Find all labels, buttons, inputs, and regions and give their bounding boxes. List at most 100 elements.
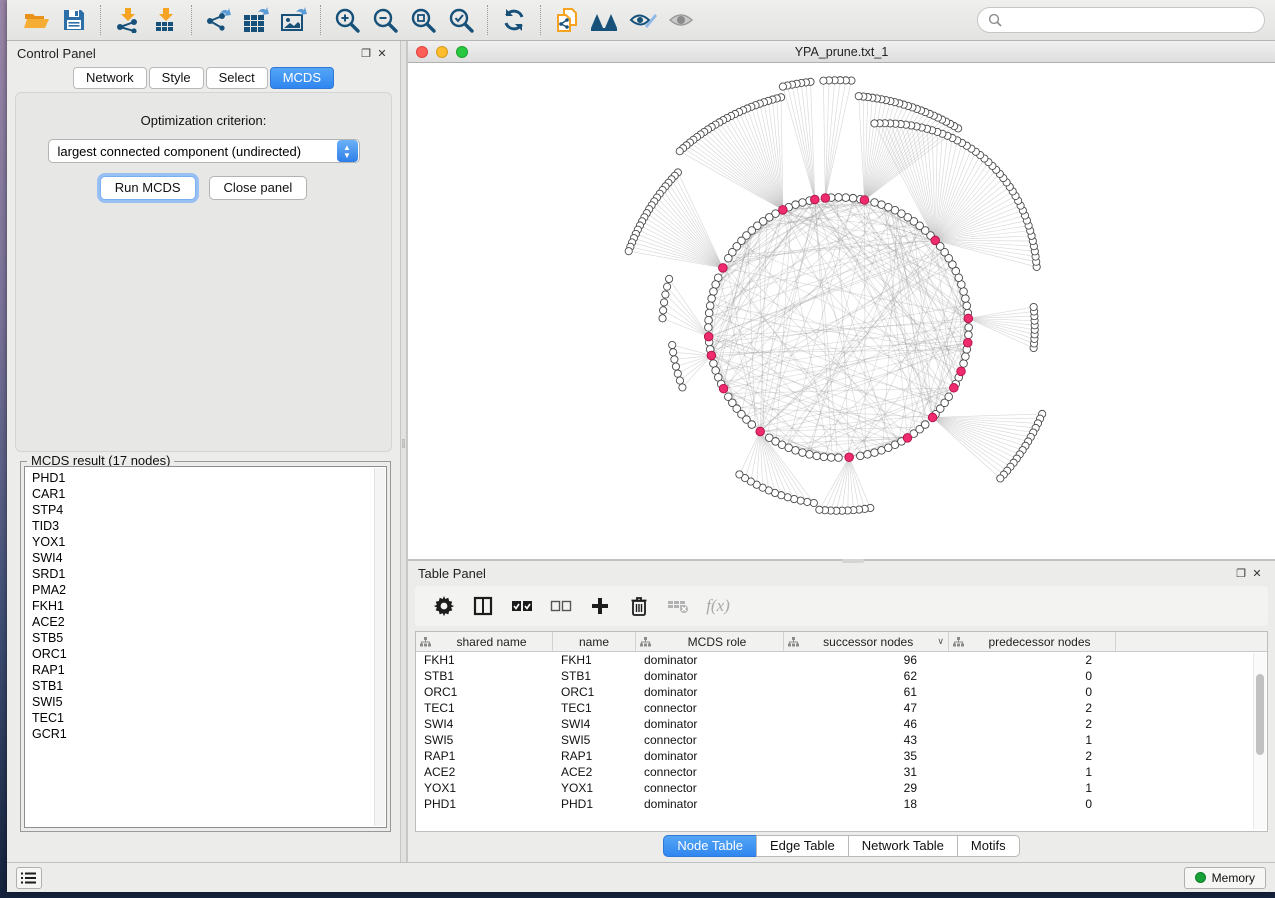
network-node[interactable] <box>670 349 677 356</box>
cell-role[interactable]: dominator <box>636 653 784 667</box>
result-node-item[interactable]: STB5 <box>32 630 386 646</box>
network-node[interactable] <box>856 452 864 460</box>
cell-shared_name[interactable]: FKH1 <box>416 653 553 667</box>
network-node[interactable] <box>835 454 843 462</box>
network-node[interactable] <box>965 324 973 332</box>
network-node[interactable] <box>827 454 835 462</box>
result-node-item[interactable]: TEC1 <box>32 710 386 726</box>
cell-name[interactable]: SWI5 <box>553 733 636 747</box>
cell-predecessors[interactable]: 0 <box>949 669 1116 683</box>
dominator-node[interactable] <box>963 338 972 347</box>
dominator-node[interactable] <box>719 384 728 393</box>
cell-shared_name[interactable]: RAP1 <box>416 749 553 763</box>
export-network-button[interactable] <box>199 3 237 37</box>
cell-role[interactable]: connector <box>636 781 784 795</box>
cell-role[interactable]: dominator <box>636 669 784 683</box>
tab-edge-table[interactable]: Edge Table <box>756 835 848 857</box>
cell-successors[interactable]: 29 <box>784 781 949 795</box>
cell-name[interactable]: TEC1 <box>553 701 636 715</box>
result-node-item[interactable]: PMA2 <box>32 582 386 598</box>
cell-role[interactable]: connector <box>636 765 784 779</box>
cell-shared_name[interactable]: SWI4 <box>416 717 553 731</box>
result-list-scrollbar[interactable] <box>374 468 385 826</box>
result-node-item[interactable]: SRD1 <box>32 566 386 582</box>
cell-name[interactable]: STB1 <box>553 669 636 683</box>
network-node[interactable] <box>710 288 718 296</box>
tab-node-table[interactable]: Node Table <box>663 835 756 857</box>
result-node-item[interactable]: ORC1 <box>32 646 386 662</box>
tab-mcds[interactable]: MCDS <box>270 67 334 89</box>
mcds-result-list[interactable]: PHD1CAR1STP4TID3YOX1SWI4SRD1PMA2FKH1ACE2… <box>24 466 387 828</box>
search-box[interactable] <box>977 7 1265 33</box>
dominator-node[interactable] <box>845 453 854 462</box>
cell-role[interactable]: dominator <box>636 749 784 763</box>
cell-name[interactable]: SWI4 <box>553 717 636 731</box>
select-all-button[interactable] <box>507 591 537 621</box>
cell-name[interactable]: ORC1 <box>553 685 636 699</box>
network-node[interactable] <box>820 453 828 461</box>
function-builder-button[interactable]: f(x) <box>702 591 732 621</box>
table-row[interactable]: SWI4SWI4dominator462 <box>416 716 1267 732</box>
result-node-item[interactable]: STB1 <box>32 678 386 694</box>
cell-name[interactable]: ACE2 <box>553 765 636 779</box>
cell-predecessors[interactable]: 1 <box>949 765 1116 779</box>
tab-style[interactable]: Style <box>149 67 204 89</box>
cell-successors[interactable]: 35 <box>784 749 949 763</box>
network-node[interactable] <box>663 283 670 290</box>
network-node[interactable] <box>660 299 667 306</box>
cell-role[interactable]: dominator <box>636 717 784 731</box>
network-node[interactable] <box>960 288 968 296</box>
table-row[interactable]: TEC1TEC1connector472 <box>416 700 1267 716</box>
cell-shared_name[interactable]: SWI5 <box>416 733 553 747</box>
network-node[interactable] <box>705 324 713 332</box>
open-file-button[interactable] <box>17 3 55 37</box>
tab-network-table[interactable]: Network Table <box>848 835 957 857</box>
dominator-node[interactable] <box>931 236 940 245</box>
cell-shared_name[interactable]: YOX1 <box>416 781 553 795</box>
network-node[interactable] <box>806 451 814 459</box>
tab-motifs[interactable]: Motifs <box>957 835 1020 857</box>
network-node[interactable] <box>748 421 756 429</box>
zoom-selected-button[interactable] <box>442 3 480 37</box>
dominator-node[interactable] <box>928 413 937 422</box>
column-header-successor-nodes[interactable]: successor nodes∨ <box>784 632 949 651</box>
network-window-titlebar[interactable]: YPA_prune.txt_1 <box>408 41 1275 63</box>
column-header-predecessor-nodes[interactable]: predecessor nodes <box>949 632 1116 651</box>
network-node[interactable] <box>736 471 743 478</box>
table-row[interactable]: RAP1RAP1dominator352 <box>416 748 1267 764</box>
network-node[interactable] <box>659 315 666 322</box>
network-node[interactable] <box>960 360 968 368</box>
zoom-in-button[interactable] <box>328 3 366 37</box>
deselect-all-button[interactable] <box>546 591 576 621</box>
cell-name[interactable]: YOX1 <box>553 781 636 795</box>
network-node[interactable] <box>669 341 676 348</box>
network-node[interactable] <box>708 295 716 303</box>
optimization-criterion-dropdown[interactable]: largest connected component (undirected)… <box>48 139 360 163</box>
network-node[interactable] <box>799 199 807 207</box>
memory-button[interactable]: Memory <box>1184 867 1266 889</box>
network-node[interactable] <box>712 281 720 289</box>
result-node-item[interactable]: YOX1 <box>32 534 386 550</box>
network-node[interactable] <box>724 254 732 262</box>
cell-successors[interactable]: 61 <box>784 685 949 699</box>
dominator-node[interactable] <box>950 384 959 393</box>
delete-table-button[interactable] <box>663 591 693 621</box>
network-node[interactable] <box>710 360 718 368</box>
cell-predecessors[interactable]: 0 <box>949 685 1116 699</box>
network-node[interactable] <box>799 449 807 457</box>
cell-role[interactable]: dominator <box>636 685 784 699</box>
dominator-node[interactable] <box>821 194 830 203</box>
tab-network[interactable]: Network <box>73 67 147 89</box>
cell-role[interactable]: dominator <box>636 797 784 811</box>
result-node-item[interactable]: SWI5 <box>32 694 386 710</box>
network-node[interactable] <box>676 377 683 384</box>
float-panel-icon[interactable]: ❐ <box>358 47 374 60</box>
network-node[interactable] <box>871 449 879 457</box>
dominator-node[interactable] <box>756 427 765 436</box>
close-table-panel-icon[interactable]: ✕ <box>1249 567 1265 580</box>
cell-predecessors[interactable]: 0 <box>949 797 1116 811</box>
cell-successors[interactable]: 31 <box>784 765 949 779</box>
result-node-item[interactable]: SWI4 <box>32 550 386 566</box>
network-node[interactable] <box>813 452 821 460</box>
network-node[interactable] <box>945 393 953 401</box>
